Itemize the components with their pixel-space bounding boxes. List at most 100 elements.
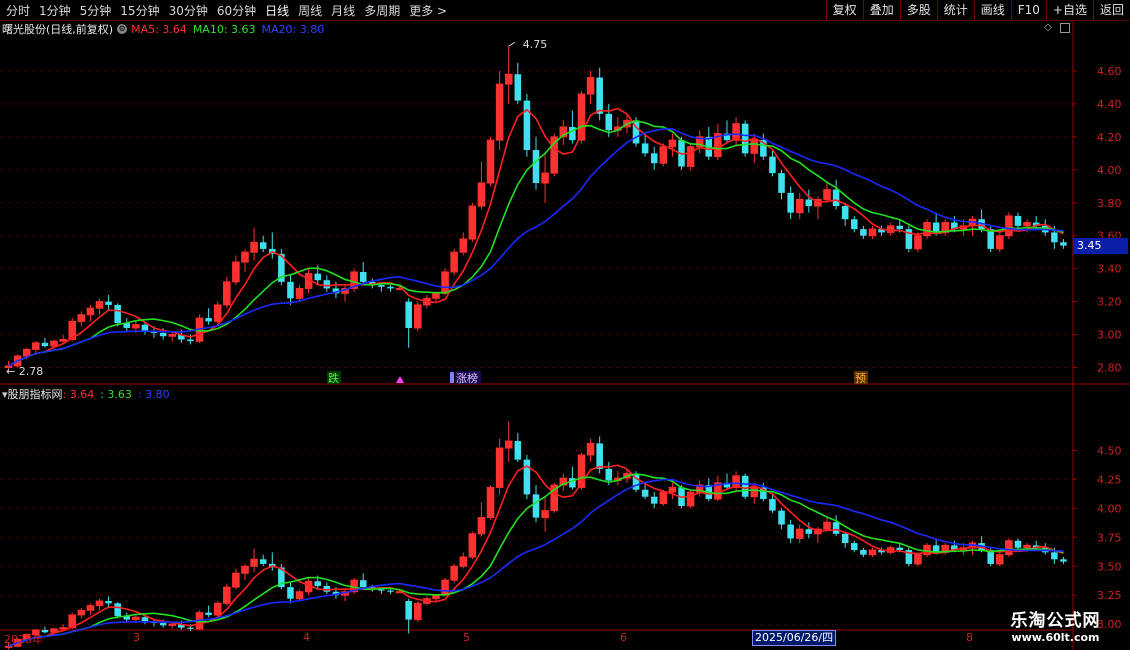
main-candle-down [596, 77, 603, 114]
ind-candle-down [1014, 540, 1022, 548]
ind-candle-up-body [1023, 545, 1031, 548]
ind-candle-down [259, 559, 267, 564]
ind-candle-up-body [914, 554, 922, 564]
ind-candle-down [778, 510, 785, 525]
main-candle-up-body [250, 242, 258, 253]
main-candle-up-body [478, 182, 485, 207]
main-candle-up-body [923, 222, 931, 236]
ind-candle-up-body [487, 487, 494, 518]
main-candle-up-body [996, 235, 1004, 249]
date-label-3: 5 [463, 631, 470, 644]
tag-die[interactable]: 跌 [328, 371, 339, 385]
kline-chart[interactable]: 2.803.003.203.403.603.804.004.204.404.60… [0, 0, 1130, 650]
main-candle-down [387, 286, 394, 289]
tag-yu[interactable]: 预 [855, 372, 866, 385]
main-candle-down [778, 173, 785, 193]
high-label: 4.75 [523, 38, 548, 51]
main-candle-down [314, 273, 322, 281]
ind-tick-label: 4.00 [1097, 502, 1122, 515]
diamond-icon[interactable]: ◇ [1043, 23, 1053, 33]
watermark-title: 乐淘公式网 [1010, 611, 1101, 631]
main-candle-down [641, 143, 649, 154]
ind-candle-up-body [432, 595, 440, 599]
cursor-date: 2025/06/26/四 [752, 630, 837, 646]
ind-candle-up-body [496, 448, 503, 488]
date-label-5: 8 [966, 631, 973, 644]
ind-tick-label: 3.50 [1097, 560, 1122, 573]
main-candle-up-body [232, 262, 240, 282]
main-candle-down [359, 271, 367, 282]
ind-candle-down [287, 587, 294, 599]
main-candle-up-body [869, 229, 876, 236]
high-marker [508, 41, 515, 47]
low-label: ← 2.78 [6, 365, 43, 378]
indicator-name[interactable]: 股朋指标网 [8, 386, 63, 402]
main-candle-down [187, 339, 194, 342]
main-candle-down [932, 222, 940, 233]
main-candle-up-body [450, 252, 458, 272]
main-candle-up-body [432, 293, 440, 299]
ind-candle-down [641, 489, 649, 497]
main-candle-down [805, 199, 813, 207]
ma10-value: MA10: 3.63 [192, 22, 256, 36]
ind-candle-up-body [469, 533, 476, 557]
ind-candle-up-body [660, 492, 667, 504]
main-candle-up-body [168, 334, 176, 337]
main-candle-up-body [796, 199, 804, 213]
main-candle-down [1014, 215, 1022, 226]
ind-candle-up-body [132, 617, 140, 620]
main-candle-down [523, 100, 531, 151]
ind-candle-down [523, 459, 531, 495]
ind-candle-down [378, 589, 385, 591]
tag-zhangbang[interactable]: 涨榜 [456, 371, 478, 385]
main-candle-down [1060, 242, 1067, 246]
main-candle-up-body [914, 235, 922, 249]
ind-candle-up-body [587, 443, 594, 455]
ind-candle-down [841, 533, 849, 544]
main-tick-label: 3.00 [1097, 329, 1122, 342]
ind-candle-down [405, 601, 412, 620]
ind-candle-up-body [441, 580, 449, 596]
ind-candle-up-body [250, 559, 258, 567]
date-label-4: 6 [620, 631, 627, 644]
main-candle-up-body [496, 84, 503, 141]
main-candle-down [741, 123, 749, 154]
ind-candle-down [359, 580, 367, 588]
indicator-v1: : 3.64 [62, 387, 95, 401]
ind-candle-up-body [223, 587, 231, 604]
main-candle-down [205, 318, 212, 322]
watermark: 乐淘公式网 www.60lt.com [993, 606, 1118, 644]
ind-candle-up-body [414, 603, 422, 620]
main-candle-up-body [32, 342, 40, 350]
current-price-tag: 3.45 [1073, 238, 1128, 254]
main-candle-up-body [78, 314, 85, 322]
main-candle-down [532, 150, 540, 183]
main-candle-down [159, 332, 167, 337]
main-candle-down [114, 304, 121, 324]
ind-candle-up-body [869, 550, 876, 555]
main-candle-up-body [541, 173, 549, 183]
ind-candle-up-body [687, 492, 694, 506]
main-candle-down [896, 225, 904, 230]
main-candle-up-body [441, 271, 449, 294]
stock-name[interactable]: 曙光股份(日线,前复权) [2, 21, 113, 37]
ind-candle-down [787, 524, 794, 539]
main-candle-down [860, 229, 867, 236]
main-candle-down [141, 324, 149, 332]
main-tick-label: 4.60 [1097, 65, 1122, 78]
settings-circle-icon[interactable]: ⚙ [117, 24, 128, 34]
ind-candle-down [860, 550, 867, 555]
ind-candle-down [514, 441, 522, 460]
main-tick-label: 2.80 [1097, 362, 1122, 375]
ma20-value: MA20: 3.80 [261, 22, 325, 36]
main-chart-title: 曙光股份(日线,前复权) ⚙ MA5: 3.64 MA10: 3.63 MA20… [2, 21, 324, 37]
panel-toggle-icon[interactable] [1060, 23, 1070, 33]
ind-candle-down [314, 581, 322, 586]
ind-candle-down [1051, 552, 1058, 560]
date-label-0: 2025年 [4, 633, 43, 646]
main-candle-up-body [660, 146, 667, 164]
main-candle-down [769, 156, 776, 174]
main-candle-down [259, 242, 267, 249]
main-tick-label: 3.80 [1097, 197, 1122, 210]
ind-candle-down [532, 494, 540, 518]
